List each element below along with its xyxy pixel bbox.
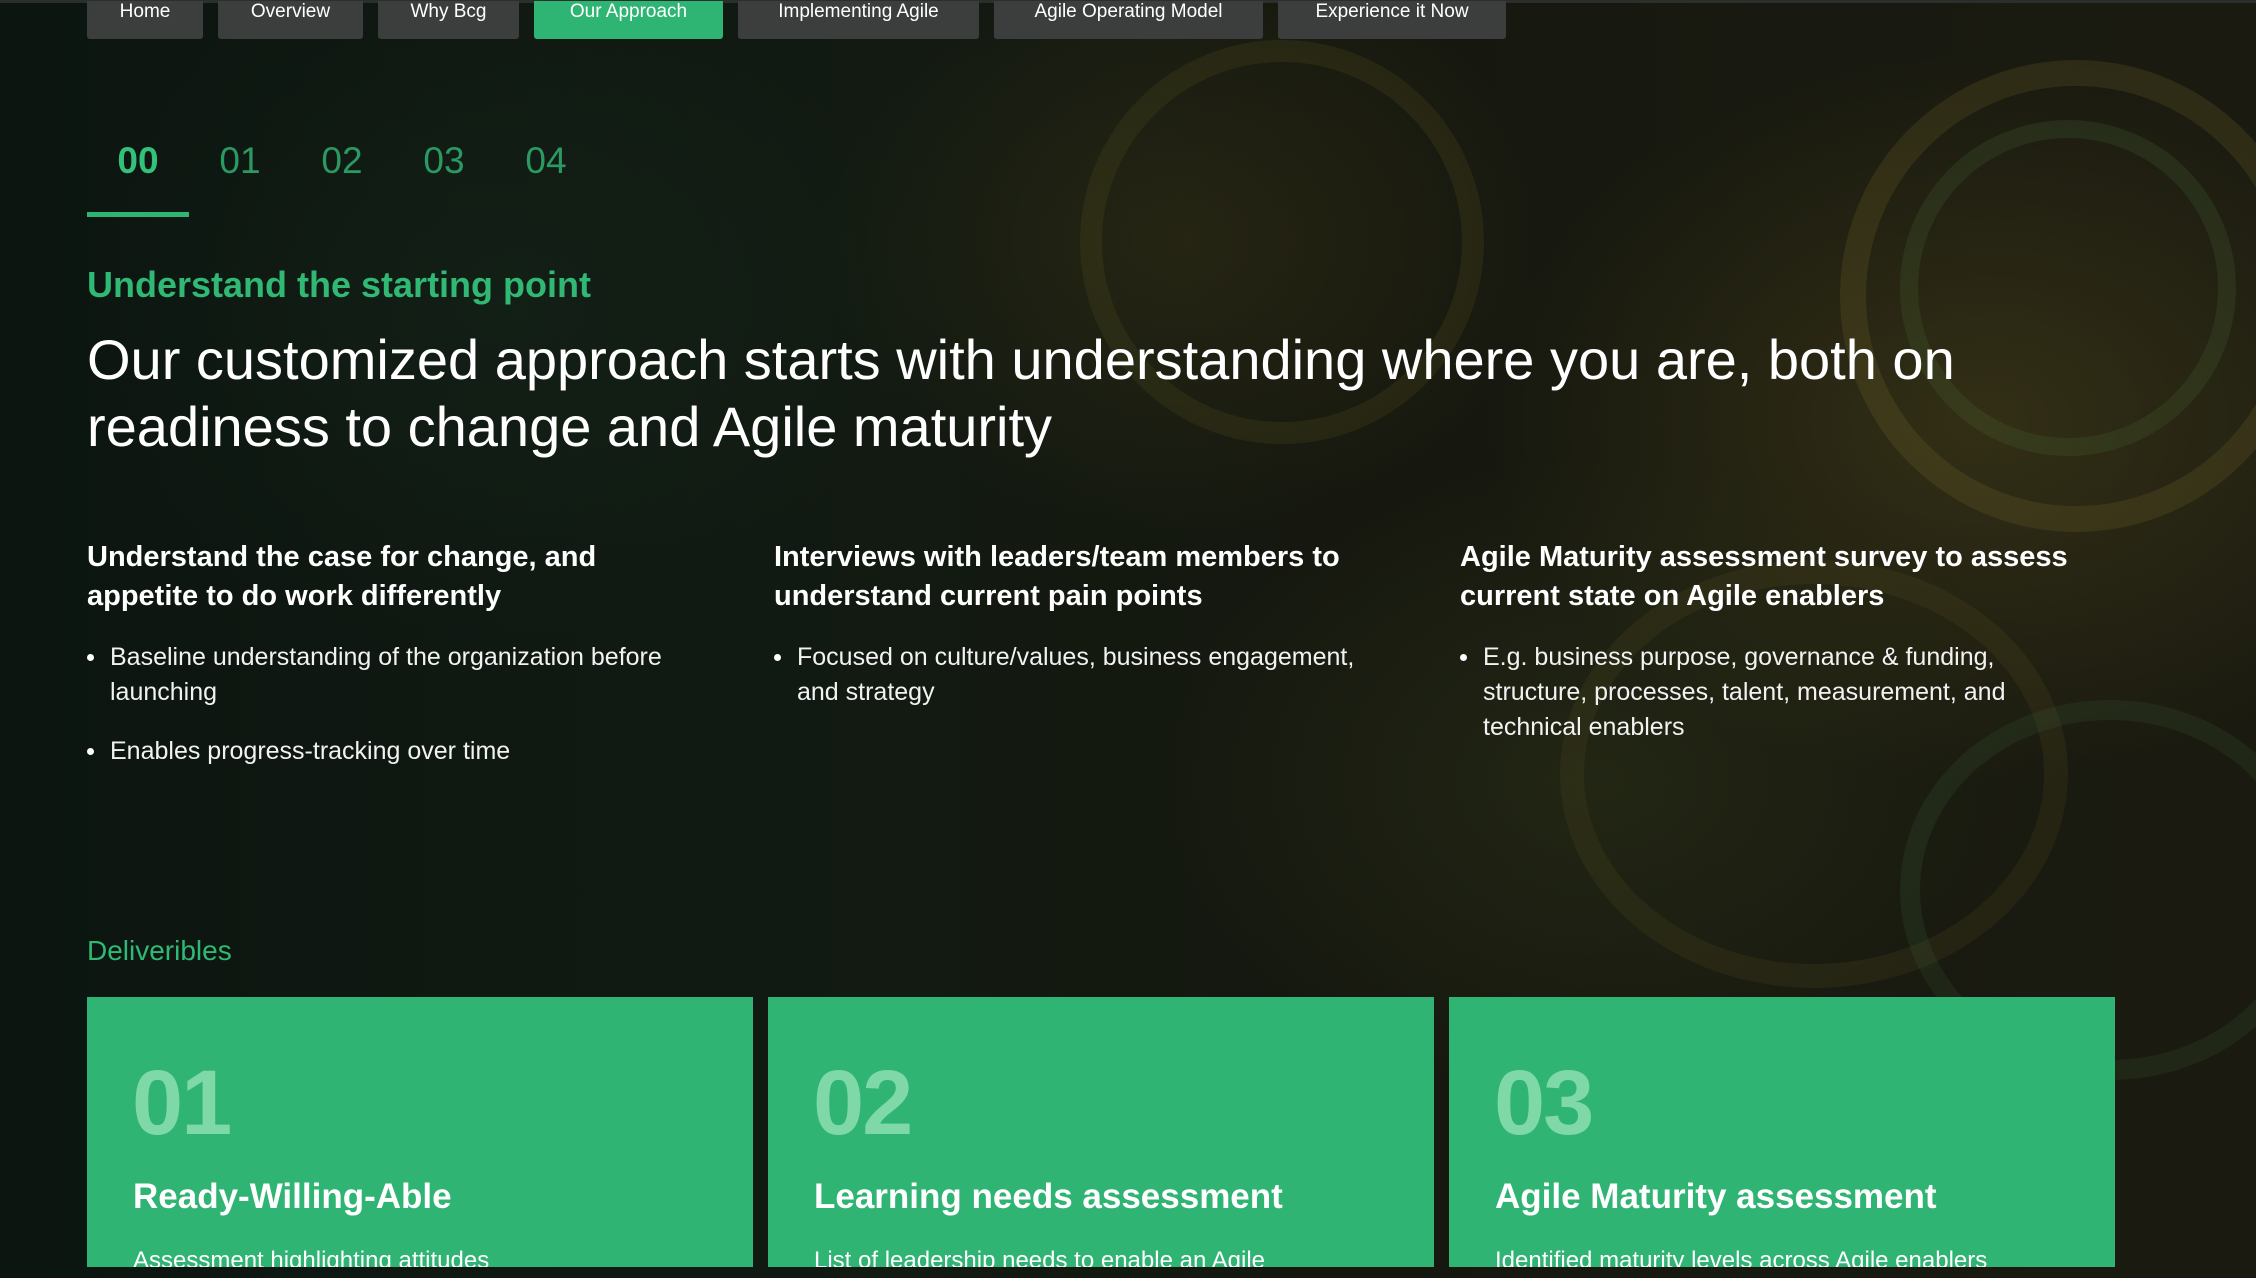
nav-implementing-agile[interactable]: Implementing Agile — [738, 1, 979, 39]
bullet-dot-icon — [774, 654, 781, 661]
background-swirl — [1840, 60, 2256, 532]
approach-column-2: Interviews with leaders/team members to … — [774, 538, 1394, 734]
card-number: 01 — [132, 1052, 232, 1154]
step-tab-03[interactable]: 03 — [393, 138, 495, 184]
bullet-list: E.g. business purpose, governance & fund… — [1460, 640, 2100, 745]
card-description: List of leadership needs to enable an Ag… — [814, 1247, 1265, 1267]
bullet-list: Focused on culture/values, business enga… — [774, 640, 1394, 710]
nav-experience-it-now[interactable]: Experience it Now — [1278, 1, 1506, 39]
active-step-indicator — [87, 212, 189, 217]
deliverables-label: Deliveribles — [87, 935, 232, 966]
card-description: Identified maturity levels across Agile … — [1495, 1247, 1988, 1267]
step-tab-02[interactable]: 02 — [291, 138, 393, 184]
card-number: 03 — [1494, 1052, 1594, 1154]
step-tab-label: 00 — [117, 140, 159, 181]
deliverable-card-2[interactable]: 02 Learning needs assessment List of lea… — [768, 997, 1434, 1267]
step-tab-label: 03 — [423, 140, 465, 181]
step-tab-label: 02 — [321, 140, 363, 181]
card-title: Agile Maturity assessment — [1495, 1177, 1937, 1216]
bullet-text: Enables progress-tracking over time — [110, 737, 511, 765]
top-navigation: Home Overview Why Bcg Our Approach Imple… — [0, 0, 2256, 43]
step-tab-01[interactable]: 01 — [189, 138, 291, 184]
step-tab-04[interactable]: 04 — [495, 138, 597, 184]
bullet-dot-icon — [87, 748, 94, 755]
nav-our-approach[interactable]: Our Approach — [534, 1, 723, 39]
column-title: Interviews with leaders/team members to … — [774, 541, 1340, 612]
bullet-item: Baseline understanding of the organizati… — [87, 640, 707, 710]
card-number: 02 — [813, 1052, 913, 1154]
nav-overview[interactable]: Overview — [218, 1, 363, 39]
bullet-dot-icon — [87, 654, 94, 661]
deliverable-card-1[interactable]: 01 Ready-Willing-Able Assessment highlig… — [87, 997, 753, 1267]
bullet-list: Baseline understanding of the organizati… — [87, 640, 707, 769]
bullet-text: E.g. business purpose, governance & fund… — [1483, 643, 2006, 741]
page: Home Overview Why Bcg Our Approach Imple… — [0, 0, 2256, 1278]
bullet-dot-icon — [1460, 654, 1467, 661]
deliverable-card-3[interactable]: 03 Agile Maturity assessment Identified … — [1449, 997, 2115, 1267]
step-tab-00[interactable]: 00 — [87, 138, 189, 217]
bullet-item: E.g. business purpose, governance & fund… — [1460, 640, 2100, 745]
section-headline: Our customized approach starts with unde… — [87, 328, 1955, 458]
bullet-item: Focused on culture/values, business enga… — [774, 640, 1394, 710]
section-eyebrow: Understand the starting point — [87, 264, 591, 305]
approach-column-3: Agile Maturity assessment survey to asse… — [1460, 538, 2100, 769]
nav-home[interactable]: Home — [87, 1, 203, 39]
nav-agile-operating-model[interactable]: Agile Operating Model — [994, 1, 1263, 39]
step-tab-label: 04 — [525, 140, 567, 181]
nav-why-bcg[interactable]: Why Bcg — [378, 1, 519, 39]
column-title: Understand the case for change, and appe… — [87, 541, 597, 612]
bullet-text: Baseline understanding of the organizati… — [110, 643, 662, 706]
step-tab-label: 01 — [219, 140, 261, 181]
card-title: Ready-Willing-Able — [133, 1177, 452, 1216]
card-title: Learning needs assessment — [814, 1177, 1283, 1216]
bullet-text: Focused on culture/values, business enga… — [797, 643, 1355, 706]
column-title: Agile Maturity assessment survey to asse… — [1460, 541, 2068, 612]
bullet-item: Enables progress-tracking over time — [87, 734, 707, 769]
card-description: Assessment highlighting attitudes — [133, 1247, 490, 1267]
approach-column-1: Understand the case for change, and appe… — [87, 538, 707, 793]
